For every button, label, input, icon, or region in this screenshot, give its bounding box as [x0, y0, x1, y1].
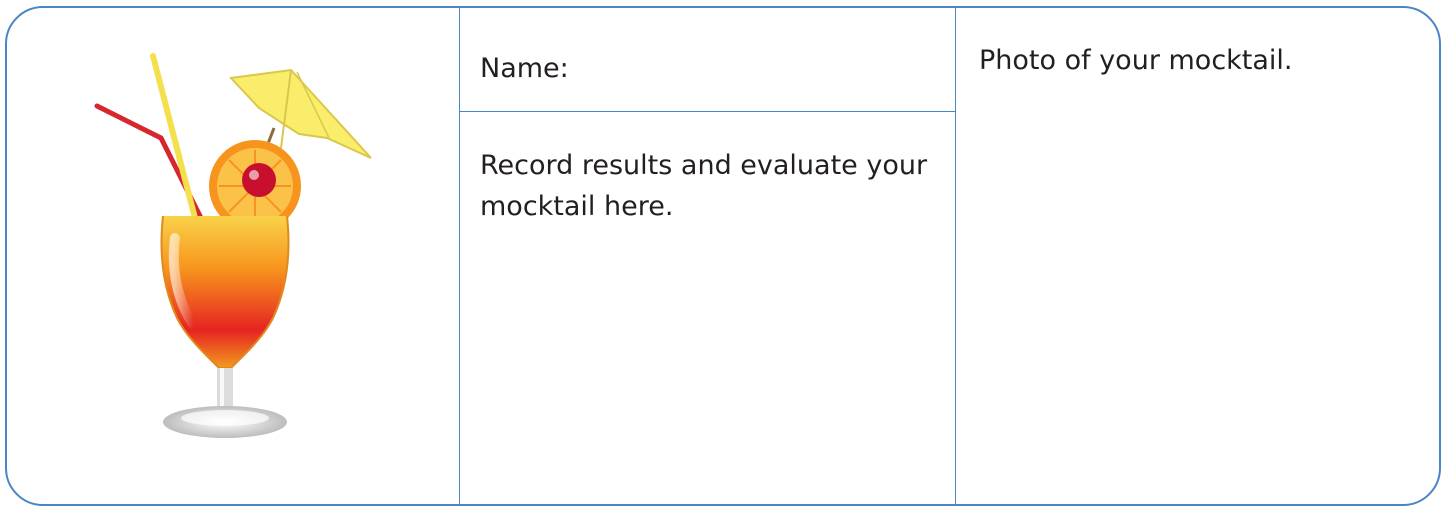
- column-divider: [459, 8, 460, 504]
- row-divider: [459, 111, 955, 112]
- photo-instruction: Photo of your mocktail.: [979, 45, 1293, 76]
- worksheet-card: Name: Record results and evaluate your m…: [5, 6, 1441, 506]
- column-divider: [955, 8, 956, 504]
- record-results-instruction: Record results and evaluate your mocktai…: [480, 150, 928, 222]
- illustration-cell: [7, 8, 459, 504]
- cocktail-glass-with-umbrella-icon: [94, 53, 372, 438]
- name-label: Name:: [480, 53, 569, 84]
